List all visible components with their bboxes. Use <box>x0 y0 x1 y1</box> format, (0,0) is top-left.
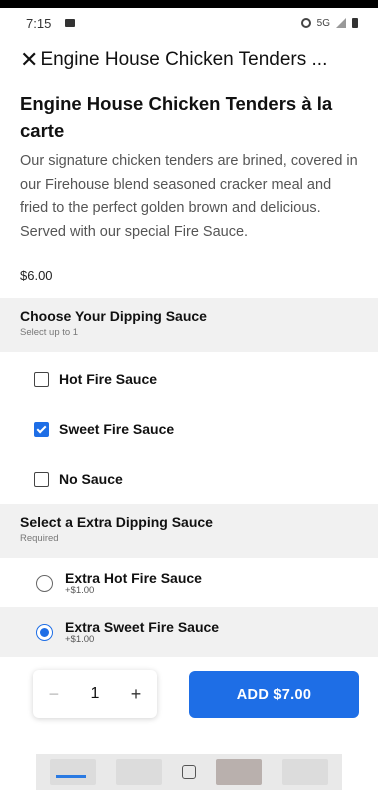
radio-dot <box>40 627 49 637</box>
radio-button[interactable] <box>36 574 53 592</box>
option-price: +$1.00 <box>65 633 95 645</box>
recent-apps-tray <box>36 754 342 790</box>
item-title: Engine House Chicken Tenders à la carte <box>20 93 333 141</box>
item-price: $6.00 <box>20 268 53 283</box>
extra-sauce-section-header: Select a Extra Dipping Sauce Required <box>0 504 378 558</box>
app-thumbnail[interactable] <box>50 759 96 785</box>
dipping-option-no-sauce[interactable]: No Sauce <box>34 471 123 487</box>
section-title: Select a Extra Dipping Sauce <box>20 514 213 530</box>
add-to-cart-button[interactable]: ADD $7.00 <box>189 671 359 718</box>
option-label: Sweet Fire Sauce <box>59 421 175 437</box>
dipping-sauce-section-header: Choose Your Dipping Sauce Select up to 1 <box>0 298 378 352</box>
dipping-option-hot-fire[interactable]: Hot Fire Sauce <box>34 371 157 387</box>
notification-icon <box>65 19 76 27</box>
app-thumbnail[interactable] <box>116 759 162 785</box>
decrement-button[interactable]: − <box>49 684 60 705</box>
checkbox-checked[interactable] <box>34 421 49 437</box>
increment-button[interactable]: + <box>131 684 142 705</box>
section-title: Choose Your Dipping Sauce <box>20 308 207 324</box>
section-subtitle: Select up to 1 <box>20 327 79 338</box>
quantity-stepper: − 1 + <box>33 670 157 718</box>
page-header: ✕ Engine House Chicken Tenders ... <box>20 42 370 78</box>
option-label: Extra Hot Fire Sauce <box>65 569 202 586</box>
close-icon[interactable]: ✕ <box>20 49 38 71</box>
checkbox[interactable] <box>34 471 49 487</box>
radio-button-selected[interactable] <box>36 623 53 641</box>
option-label: No Sauce <box>59 471 123 487</box>
quantity-value: 1 <box>90 685 100 702</box>
extra-option-sweet-fire[interactable]: Extra Sweet Fire Sauce +$1.00 <box>0 607 378 657</box>
section-subtitle: Required <box>20 533 59 544</box>
top-black-bar <box>0 0 378 8</box>
status-time: 7:15 <box>26 15 52 31</box>
app-thumbnail[interactable] <box>216 759 262 785</box>
signal-icon <box>336 18 346 28</box>
option-label: Extra Sweet Fire Sauce <box>65 618 220 635</box>
network-type: 5G <box>316 17 330 29</box>
item-description: Our signature chicken tenders are brined… <box>20 153 358 240</box>
check-icon <box>36 423 47 433</box>
battery-icon <box>352 18 358 28</box>
option-label: Hot Fire Sauce <box>59 371 158 387</box>
app-thumbnail[interactable] <box>282 759 328 785</box>
status-bar: 7:15 5G <box>0 8 378 38</box>
home-icon[interactable] <box>182 765 196 779</box>
alarm-icon <box>300 18 311 28</box>
option-price: +$1.00 <box>65 584 95 596</box>
checkbox[interactable] <box>34 371 49 387</box>
dipping-option-sweet-fire[interactable]: Sweet Fire Sauce <box>34 421 174 437</box>
extra-option-hot-fire[interactable]: Extra Hot Fire Sauce +$1.00 <box>0 558 378 608</box>
header-title: Engine House Chicken Tenders ... <box>40 49 328 70</box>
